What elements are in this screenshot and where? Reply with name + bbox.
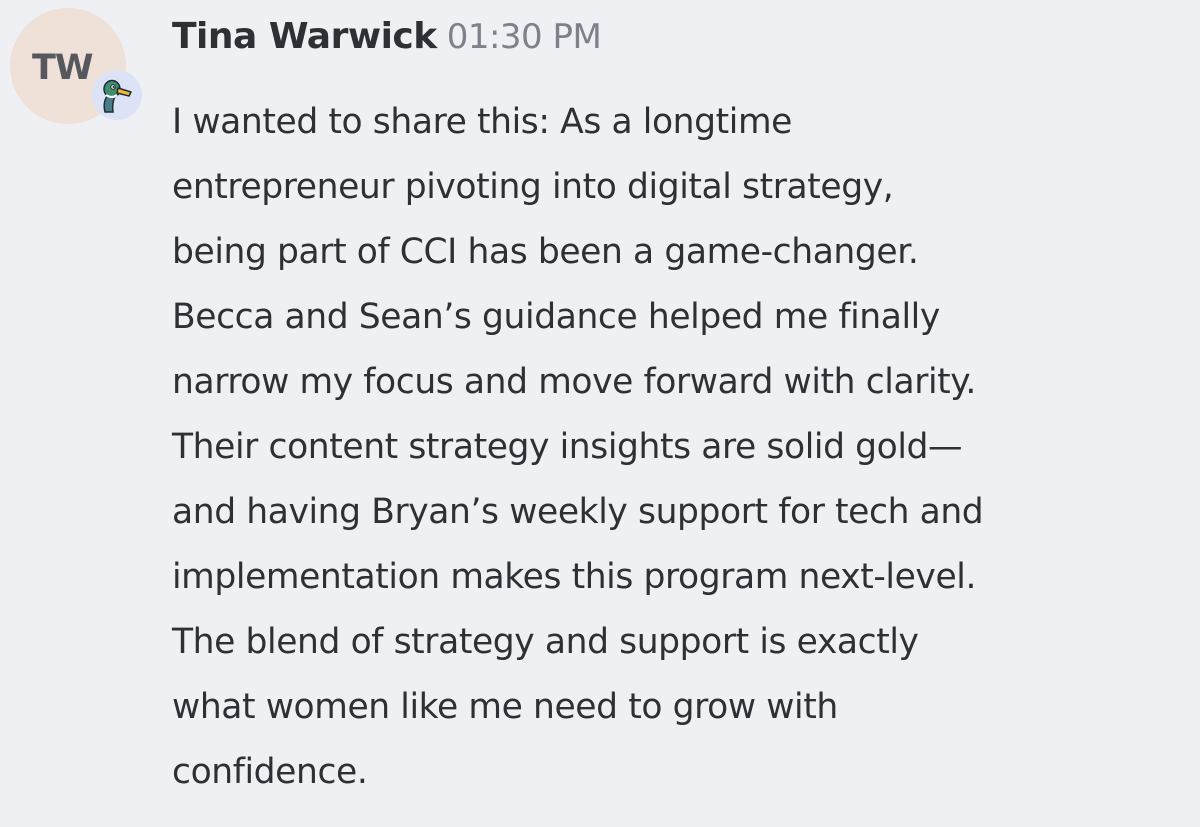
message-line: entrepreneur pivoting into digital strat… — [172, 167, 894, 207]
message-body: I wanted to share this: As a longtime en… — [172, 90, 984, 805]
avatar-initials: TW — [32, 48, 93, 88]
message-header: Tina Warwick 01:30 PM — [172, 16, 602, 72]
author-name[interactable]: Tina Warwick — [172, 16, 437, 57]
message-line: being part of CCI has been a game-change… — [172, 232, 919, 272]
message-line: The blend of strategy and support is exa… — [172, 622, 919, 662]
message-line: Becca and Sean’s guidance helped me fina… — [172, 297, 940, 337]
message-line: what women like me need to grow with — [172, 687, 838, 727]
message-line: Their content strategy insights are soli… — [172, 427, 963, 467]
status-badge[interactable] — [92, 70, 142, 120]
message-timestamp[interactable]: 01:30 PM — [447, 17, 602, 57]
message-line: confidence. — [172, 752, 368, 792]
message-line: I wanted to share this: As a longtime — [172, 102, 792, 142]
message-line: and having Bryan’s weekly support for te… — [172, 492, 984, 532]
message-line: implementation makes this program next-l… — [172, 557, 977, 597]
message-line: narrow my focus and move forward with cl… — [172, 362, 976, 402]
chat-message: TW Tina Warwick 01:30 PM I wanted to shar… — [0, 0, 1200, 827]
duck-icon — [103, 79, 132, 113]
